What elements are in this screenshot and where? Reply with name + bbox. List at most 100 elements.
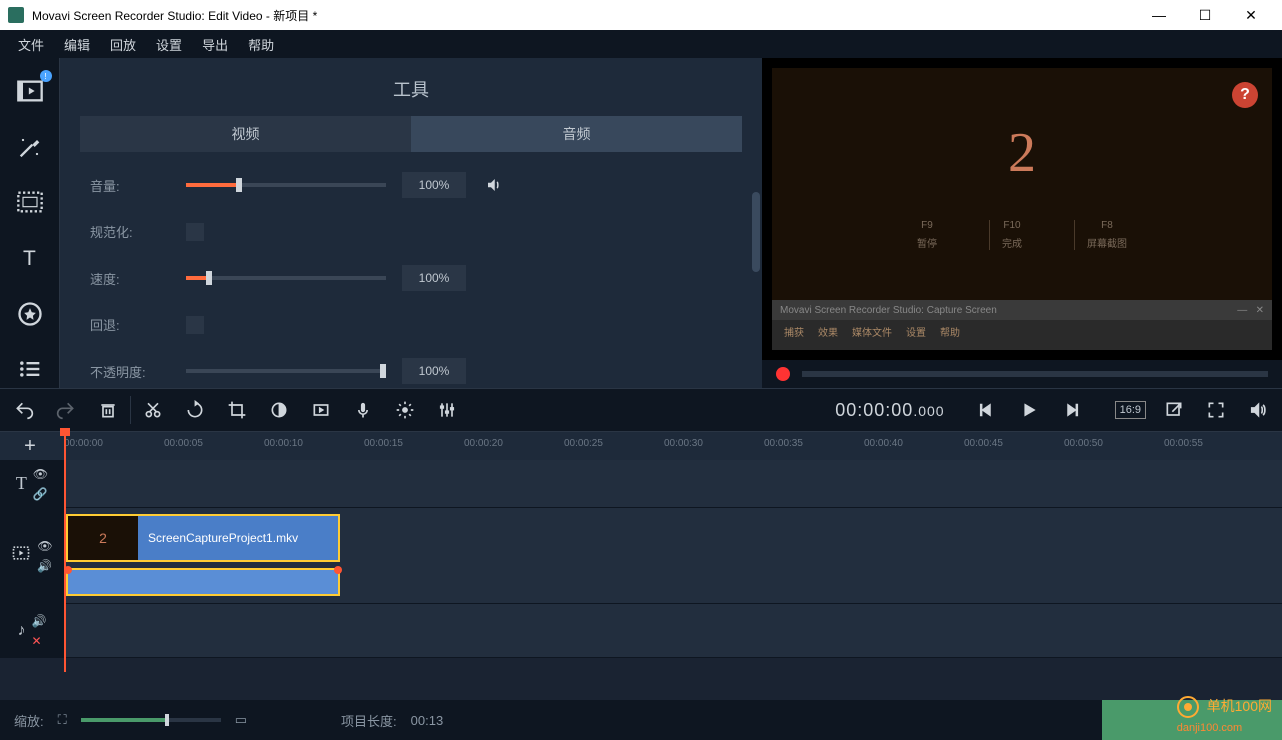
detach-preview-button[interactable] [1160,396,1188,424]
menu-export[interactable]: 导出 [192,31,238,58]
transition-wizard-button[interactable] [307,396,335,424]
left-sidebar: ! T [0,58,60,388]
equalizer-button[interactable] [433,396,461,424]
filters-button[interactable] [10,128,50,166]
visibility-icon[interactable]: 👁 [37,539,52,553]
undo-button[interactable] [10,396,38,424]
volume-slider[interactable] [186,183,386,187]
ruler-tick: 00:00:45 [964,438,1003,449]
prev-frame-button[interactable] [973,396,1001,424]
volume-label: 音量: [90,176,170,195]
tab-video[interactable]: 视频 [80,116,411,152]
ruler-tick: 00:00:00 [64,438,103,449]
reverse-checkbox[interactable] [186,316,204,334]
preview-video[interactable]: 2 F9暂停 F10完成 F8屏幕截图 ? Movavi Screen Reco… [762,58,1282,360]
app-icon [8,7,24,23]
crop-button[interactable] [223,396,251,424]
menu-playback[interactable]: 回放 [100,31,146,58]
preview-panel: 2 F9暂停 F10完成 F8屏幕截图 ? Movavi Screen Reco… [762,58,1282,388]
opacity-slider[interactable] [186,369,386,373]
audio-track-body[interactable] [64,604,1282,657]
transitions-button[interactable] [10,183,50,221]
video-clip[interactable]: 2 ScreenCaptureProject1.mkv [66,514,340,562]
tab-audio[interactable]: 音频 [411,116,742,152]
maximize-button[interactable]: ☐ [1182,0,1228,30]
menu-settings[interactable]: 设置 [146,31,192,58]
visibility-icon[interactable]: 👁 [33,467,48,481]
unlink-icon[interactable]: ✕ [32,634,47,648]
clip-properties-button[interactable] [391,396,419,424]
speed-slider[interactable] [186,276,386,280]
zoom-label: 缩放: [14,711,44,730]
add-track-button[interactable]: + [0,432,60,460]
clip-filename: ScreenCaptureProject1.mkv [138,531,308,545]
video-track-icon [11,543,31,568]
timeline-ruler[interactable]: + 00:00:0000:00:0500:00:1000:00:1500:00:… [0,432,1282,460]
audio-icon[interactable]: 🔊 [32,614,47,628]
audio-clip[interactable] [66,568,340,596]
menu-file[interactable]: 文件 [8,31,54,58]
opacity-value[interactable]: 100% [402,358,466,384]
close-button[interactable]: ✕ [1228,0,1274,30]
preview-scrubber [762,360,1282,388]
audio-track-head: ♪ 🔊 ✕ [0,604,64,657]
media-bin-button[interactable]: ! [10,72,50,110]
help-button[interactable]: ? [1232,82,1258,108]
ruler-tick: 00:00:05 [164,438,203,449]
project-duration-value: 00:13 [411,713,444,728]
zoom-clip-icon[interactable]: ▭ [235,712,247,728]
notification-badge: ! [40,70,52,82]
tools-scrollbar[interactable] [752,192,760,272]
svg-text:T: T [23,247,36,270]
stickers-button[interactable] [10,295,50,333]
tools-title: 工具 [60,68,762,116]
zoom-fit-icon[interactable]: ⛶ [58,712,67,728]
title-track-head: T 👁🔗 [0,460,64,507]
ruler-tick: 00:00:20 [464,438,503,449]
link-icon[interactable]: 🔗 [33,487,48,501]
rotate-button[interactable] [181,396,209,424]
normalize-checkbox[interactable] [186,223,204,241]
scrub-track[interactable] [802,371,1268,377]
more-tools-button[interactable] [10,350,50,388]
record-indicator-icon [776,367,790,381]
delete-button[interactable] [94,396,122,424]
playhead[interactable] [64,432,66,672]
color-adjust-button[interactable] [265,396,293,424]
speed-label: 速度: [90,269,170,288]
speed-value[interactable]: 100% [402,265,466,291]
clip-thumbnail: 2 [68,516,138,560]
menu-edit[interactable]: 编辑 [54,31,100,58]
tools-panel: 工具 视频 音频 音量: 100% 规范化: 速度: 100% 回退: [60,58,762,388]
clip-handle-end[interactable] [334,566,342,574]
reverse-label: 回退: [90,315,170,334]
minimize-button[interactable]: — [1136,0,1182,30]
capture-window-title: Movavi Screen Recorder Studio: Capture S… [780,305,997,316]
ruler-tick: 00:00:50 [1064,438,1103,449]
ruler-tick: 00:00:35 [764,438,803,449]
aspect-ratio-box[interactable]: 16:9 [1115,401,1146,419]
music-track-icon: ♪ [18,622,26,640]
volume-value[interactable]: 100% [402,172,466,198]
window-titlebar: Movavi Screen Recorder Studio: Edit Vide… [0,0,1282,30]
preview-volume-button[interactable] [1244,396,1272,424]
zoom-slider[interactable] [81,718,221,722]
ruler-tick: 00:00:10 [264,438,303,449]
video-track-body[interactable]: 2 ScreenCaptureProject1.mkv [64,508,1282,603]
audio-icon[interactable]: 🔊 [37,559,52,573]
opacity-label: 不透明度: [90,362,170,381]
next-frame-button[interactable] [1057,396,1085,424]
editor-toolbar: 00:00:00.000 16:9 [0,388,1282,432]
play-button[interactable] [1015,396,1043,424]
ruler-tick: 00:00:25 [564,438,603,449]
mute-icon[interactable] [482,173,506,197]
redo-button[interactable] [52,396,80,424]
title-track-body[interactable] [64,460,1282,507]
cut-button[interactable] [139,396,167,424]
fullscreen-button[interactable] [1202,396,1230,424]
record-voice-button[interactable] [349,396,377,424]
menu-help[interactable]: 帮助 [238,31,284,58]
ruler-tick: 00:00:30 [664,438,703,449]
titles-button[interactable]: T [10,239,50,277]
menubar: 文件 编辑 回放 设置 导出 帮助 [0,30,1282,58]
